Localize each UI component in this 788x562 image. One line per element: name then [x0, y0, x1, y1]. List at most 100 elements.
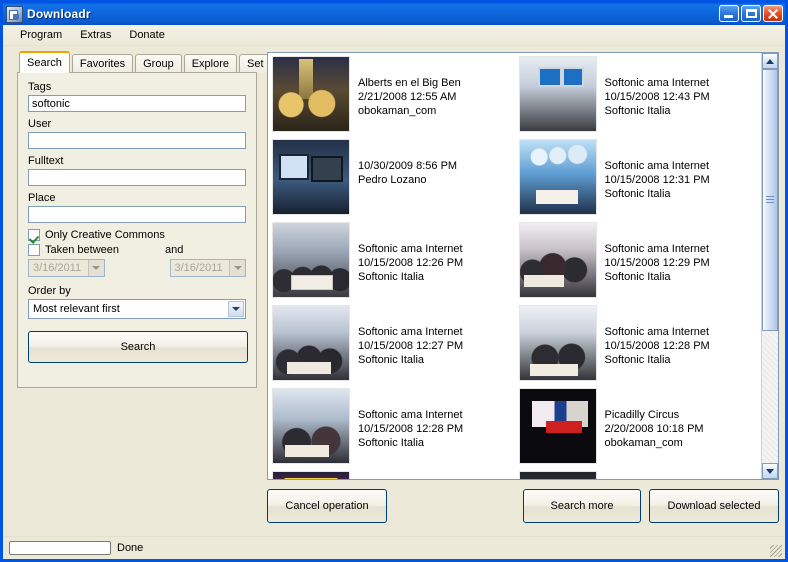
list-item-author: Softonic Italia — [358, 354, 425, 366]
list-item[interactable]: 10/30/2009 8:56 PM Pedro Lozano — [268, 136, 515, 219]
list-item-title: Softonic ama Internet — [358, 243, 463, 255]
place-label: Place — [28, 192, 56, 204]
menu-bar: Program Extras Donate — [3, 25, 785, 46]
tab-favorites[interactable]: Favorites — [71, 54, 134, 73]
tags-input[interactable] — [28, 95, 246, 112]
list-item-text: Picadilly Circus 2/20/2008 10:18 PM obok… — [597, 388, 704, 450]
date-to-picker: 3/16/2011 — [169, 259, 246, 277]
list-item-date: 10/30/2009 8:56 PM — [358, 160, 458, 172]
maximize-button[interactable] — [741, 5, 761, 22]
download-selected-button[interactable]: Download selected — [649, 489, 779, 523]
taken-between-checkbox[interactable] — [28, 244, 40, 256]
list-item-title: Alberts en el Big Ben — [358, 77, 461, 89]
cancel-operation-button[interactable]: Cancel operation — [267, 489, 387, 523]
fulltext-input[interactable] — [28, 169, 246, 186]
results-vertical-scrollbar[interactable] — [761, 53, 778, 479]
search-tab-panel: Tags User Fulltext Place Only Creative C… — [17, 72, 257, 388]
list-item-author: Softonic Italia — [604, 271, 671, 283]
date-range-row: 3/16/2011 3/16/2011 — [28, 259, 246, 277]
list-item[interactable]: Softonic ama Internet 10/15/2008 12:27 P… — [268, 302, 515, 385]
list-item-date: 2/20/2008 10:18 PM — [604, 423, 704, 435]
menu-item-program[interactable]: Program — [11, 27, 71, 43]
only-creative-commons-checkbox[interactable] — [28, 229, 40, 241]
list-item-text: Softonic ama Internet 10/15/2008 12:31 P… — [597, 139, 710, 201]
list-item-title: Softonic ama Internet — [358, 409, 463, 421]
thumbnail-image — [518, 305, 597, 381]
only-creative-commons-row[interactable]: Only Creative Commons — [28, 229, 246, 241]
list-item-date: 10/15/2008 12:29 PM — [604, 257, 710, 269]
list-item-author: Softonic Italia — [604, 188, 671, 200]
thumbnail-image — [518, 471, 597, 479]
list-item-author: Pedro Lozano — [358, 174, 427, 186]
thumbnail-image — [518, 139, 597, 215]
list-item[interactable] — [268, 468, 515, 479]
list-item-text: Softonic ama Internet 10/15/2008 12:29 P… — [597, 222, 710, 284]
minimize-button[interactable] — [719, 5, 739, 22]
taken-between-row[interactable]: Taken between and — [28, 244, 246, 256]
list-item-text: Softonic ama Internet 10/15/2008 12:43 P… — [597, 56, 710, 118]
list-item[interactable]: Softonic ama Internet 10/15/2008 12:31 P… — [515, 136, 762, 219]
list-item-title: Softonic ama Internet — [358, 326, 463, 338]
tab-strip: Search Favorites Group Explore Set — [17, 51, 272, 73]
list-item-author: obokaman_com — [604, 437, 683, 449]
list-item-text: Softonic ama Internet 10/15/2008 12:28 P… — [350, 388, 463, 450]
results-column-right: Softonic ama Internet 10/15/2008 12:43 P… — [515, 53, 762, 479]
grip-icon — [766, 196, 774, 204]
resize-grip-icon[interactable] — [770, 545, 782, 557]
chevron-down-icon — [766, 468, 774, 474]
list-item-title: Softonic ama Internet — [604, 326, 710, 338]
menu-item-extras[interactable]: Extras — [71, 27, 120, 43]
title-bar[interactable]: Downloadr — [3, 3, 785, 25]
results-column-left: Alberts en el Big Ben 2/21/2008 12:55 AM… — [268, 53, 515, 479]
and-label: and — [165, 244, 184, 256]
list-item-text: Softonic ama Internet 10/15/2008 12:26 P… — [350, 222, 463, 284]
close-button[interactable] — [763, 5, 783, 22]
thumbnail-image — [272, 222, 350, 298]
results-listbox[interactable]: Alberts en el Big Ben 2/21/2008 12:55 AM… — [267, 52, 779, 480]
user-input[interactable] — [28, 132, 246, 149]
list-item[interactable]: Softonic ama Internet 10/15/2008 12:28 P… — [515, 302, 762, 385]
tab-search[interactable]: Search — [19, 51, 70, 73]
user-label: User — [28, 118, 52, 130]
list-item[interactable]: Picadilly Circus 2/20/2008 10:18 PM obok… — [515, 385, 762, 468]
list-item-date: 10/15/2008 12:43 PM — [604, 91, 710, 103]
thumbnail-image — [272, 305, 350, 381]
thumbnail-image — [272, 388, 350, 464]
list-item[interactable]: Alberts en el Big Ben 2/21/2008 12:55 AM… — [268, 53, 515, 136]
results-panel: Alberts en el Big Ben 2/21/2008 12:55 AM… — [267, 52, 779, 536]
place-input[interactable] — [28, 206, 246, 223]
list-item-author: Softonic Italia — [604, 354, 671, 366]
thumbnail-image — [272, 56, 350, 132]
list-item[interactable]: Softonic ama Internet 10/15/2008 12:26 P… — [268, 219, 515, 302]
only-creative-commons-label: Only Creative Commons — [45, 229, 165, 241]
list-item-text: Softonic ama Internet 10/15/2008 12:28 P… — [597, 305, 710, 367]
list-item[interactable]: Softonic ama Internet 10/15/2008 12:43 P… — [515, 53, 762, 136]
chevron-down-icon[interactable] — [228, 301, 244, 317]
left-panel: Search Favorites Group Explore Set Tags … — [17, 51, 272, 536]
list-item-author: Softonic Italia — [358, 437, 425, 449]
thumbnail-image — [272, 471, 350, 479]
date-from-picker: 3/16/2011 — [28, 259, 105, 277]
action-button-row: Cancel operation Search more Download se… — [267, 489, 779, 523]
thumbnail-image — [518, 222, 597, 298]
search-button[interactable]: Search — [28, 331, 248, 363]
scrollbar-track[interactable] — [762, 69, 778, 463]
list-item-text: 10/30/2009 8:56 PM Pedro Lozano — [350, 139, 457, 187]
list-item[interactable]: Softonic ama Internet 10/15/2008 12:29 P… — [515, 219, 762, 302]
results-viewport: Alberts en el Big Ben 2/21/2008 12:55 AM… — [268, 53, 761, 479]
scroll-down-button[interactable] — [762, 463, 778, 479]
list-item-text — [597, 471, 605, 479]
list-item[interactable]: Softonic ama Internet 10/15/2008 12:28 P… — [268, 385, 515, 468]
list-item-author: obokaman_com — [358, 105, 437, 117]
search-more-button[interactable]: Search more — [523, 489, 641, 523]
order-by-select[interactable]: Most relevant first — [28, 299, 246, 319]
list-item-date: 10/15/2008 12:28 PM — [604, 340, 710, 352]
list-item[interactable] — [515, 468, 762, 479]
tab-group[interactable]: Group — [135, 54, 182, 73]
menu-item-donate[interactable]: Donate — [120, 27, 173, 43]
thumbnail-image — [518, 388, 597, 464]
scrollbar-thumb[interactable] — [762, 69, 778, 331]
tab-explore[interactable]: Explore — [183, 54, 237, 73]
scroll-up-button[interactable] — [762, 53, 778, 69]
order-by-label: Order by — [28, 285, 71, 297]
